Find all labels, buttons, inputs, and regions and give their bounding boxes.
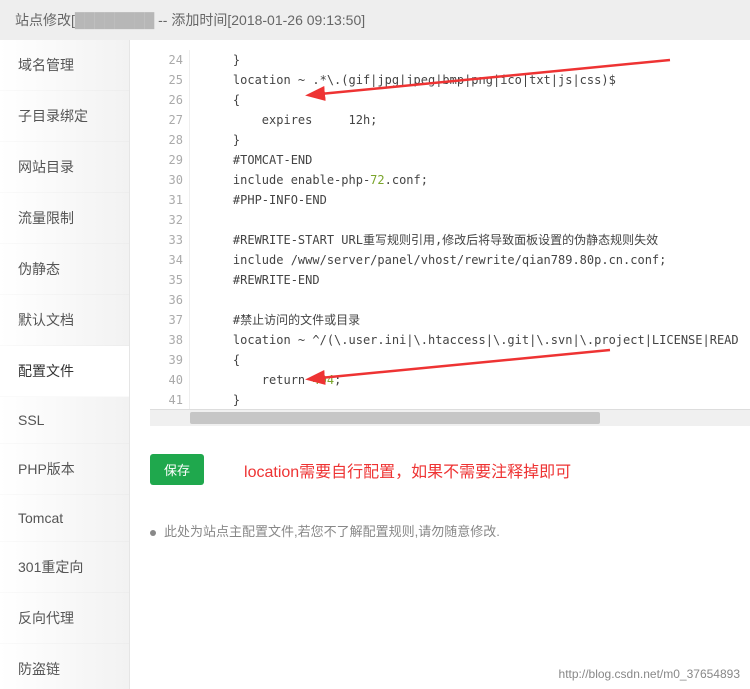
- sidebar-item-label: 默认文档: [18, 312, 74, 328]
- title-prefix: 站点修改[: [15, 12, 75, 28]
- sidebar-item-proxy[interactable]: 反向代理: [0, 593, 129, 644]
- sidebar-item-label: PHP版本: [18, 461, 75, 477]
- sidebar-item-php[interactable]: PHP版本: [0, 444, 129, 495]
- save-hint-text: location需要自行配置，如果不需要注释掉即可: [244, 458, 571, 482]
- sidebar-item-label: 流量限制: [18, 210, 74, 226]
- sidebar-item-301[interactable]: 301重定向: [0, 542, 129, 593]
- sidebar-item-label: 反向代理: [18, 610, 74, 626]
- bullet-icon: [150, 530, 156, 536]
- sidebar-item-label: 域名管理: [18, 57, 74, 73]
- horizontal-scrollbar[interactable]: [150, 410, 750, 426]
- warning-text: 此处为站点主配置文件,若您不了解配置规则,请勿随意修改.: [150, 521, 750, 540]
- sidebar-item-label: 301重定向: [18, 559, 83, 575]
- sidebar-item-ratelimit[interactable]: 流量限制: [0, 193, 129, 244]
- sidebar: 域名管理 子目录绑定 网站目录 流量限制 伪静态 默认文档 配置文件 SSL P…: [0, 40, 130, 689]
- sidebar-item-defaultdoc[interactable]: 默认文档: [0, 295, 129, 346]
- sidebar-item-rewrite[interactable]: 伪静态: [0, 244, 129, 295]
- sidebar-item-subdir[interactable]: 子目录绑定: [0, 91, 129, 142]
- warning-label: 此处为站点主配置文件,若您不了解配置规则,请勿随意修改.: [164, 524, 500, 539]
- sidebar-item-hotlink[interactable]: 防盗链: [0, 644, 129, 689]
- save-button[interactable]: 保存: [150, 454, 204, 485]
- sidebar-item-tomcat[interactable]: Tomcat: [0, 495, 129, 542]
- sidebar-item-label: Tomcat: [18, 510, 63, 526]
- code-content[interactable]: } location ~ .*\.(gif|jpg|jpeg|bmp|png|i…: [190, 50, 750, 410]
- source-url: http://blog.csdn.net/m0_37654893: [559, 667, 740, 681]
- sidebar-item-domain[interactable]: 域名管理: [0, 40, 129, 91]
- sidebar-item-ssl[interactable]: SSL: [0, 397, 129, 444]
- sidebar-item-label: 伪静态: [18, 261, 60, 277]
- sidebar-item-label: 子目录绑定: [18, 108, 88, 124]
- sidebar-item-config[interactable]: 配置文件: [0, 346, 129, 397]
- scrollbar-thumb[interactable]: [190, 412, 600, 424]
- line-gutter: 24 25 26 27 28 29 30 31 32 33 34 35 36 3…: [150, 50, 190, 410]
- code-editor[interactable]: 24 25 26 27 28 29 30 31 32 33 34 35 36 3…: [150, 50, 750, 410]
- sidebar-item-label: 配置文件: [18, 363, 74, 379]
- main-panel: 24 25 26 27 28 29 30 31 32 33 34 35 36 3…: [130, 40, 750, 689]
- sidebar-item-sitedir[interactable]: 网站目录: [0, 142, 129, 193]
- dialog-title: 站点修改[████████ -- 添加时间[2018-01-26 09:13:5…: [0, 0, 750, 40]
- sidebar-item-label: SSL: [18, 412, 44, 428]
- title-suffix: -- 添加时间[2018-01-26 09:13:50]: [154, 12, 365, 28]
- sidebar-item-label: 网站目录: [18, 159, 74, 175]
- sidebar-item-label: 防盗链: [18, 661, 60, 677]
